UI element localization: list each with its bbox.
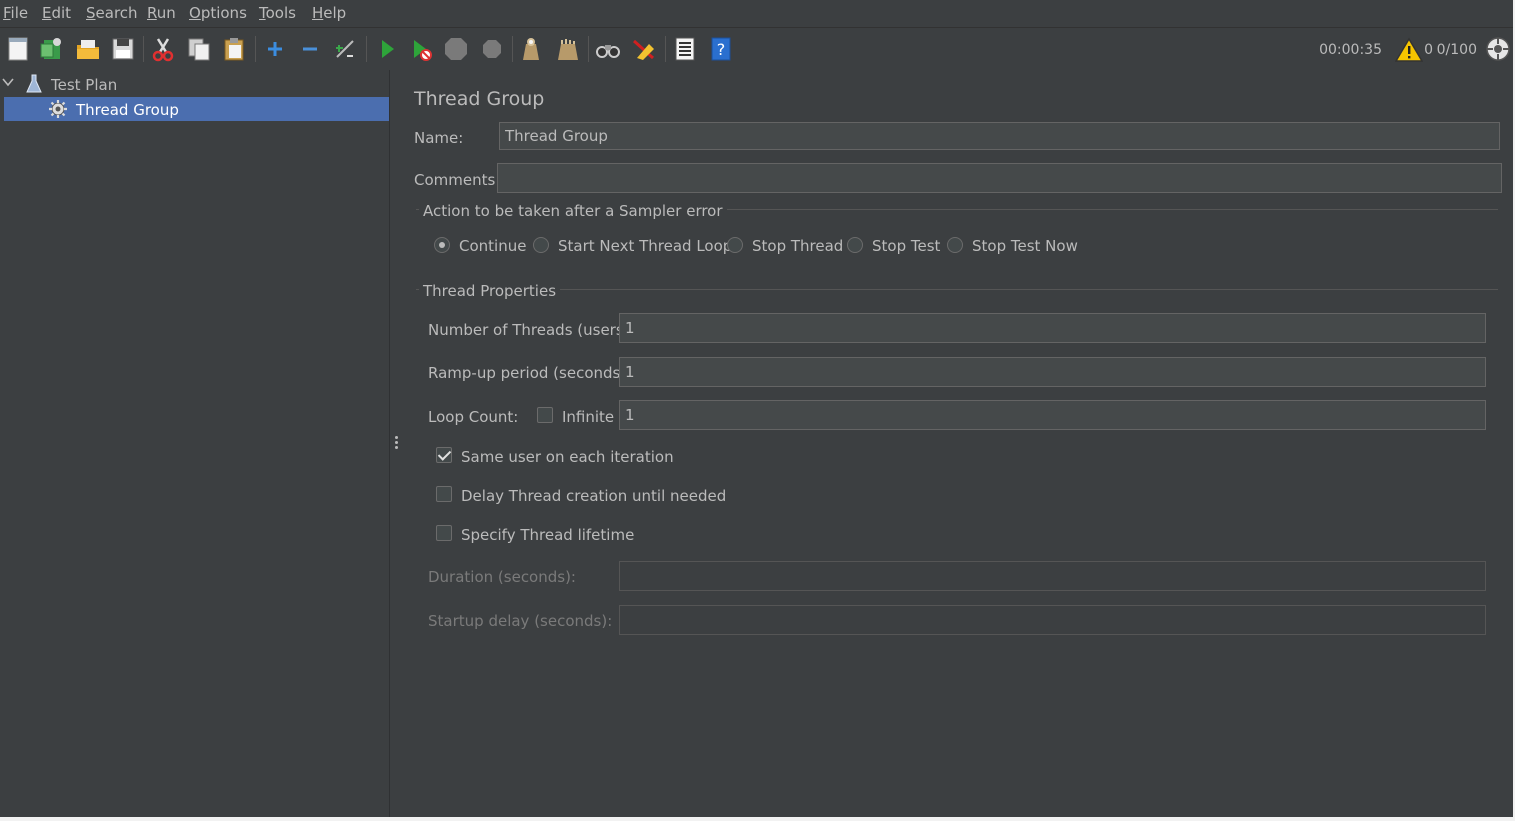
toolbar-separator (588, 36, 589, 62)
open-icon[interactable] (75, 36, 101, 62)
save-icon[interactable] (110, 36, 136, 62)
name-field[interactable] (499, 122, 1500, 150)
radio-stop-test-now-label[interactable]: Stop Test Now (972, 237, 1078, 255)
panel-splitter[interactable] (389, 70, 403, 817)
chevron-down-icon[interactable] (2, 76, 14, 92)
error-action-group-title: Action to be taken after a Sampler error (419, 202, 727, 220)
rampup-label: Ramp-up period (seconds): (428, 364, 632, 382)
same-user-label[interactable]: Same user on each iteration (461, 448, 674, 466)
templates-icon[interactable] (39, 36, 65, 62)
cut-icon[interactable] (150, 36, 176, 62)
loop-count-label: Loop Count: (428, 408, 519, 426)
gear-icon (48, 99, 68, 123)
search-icon[interactable] (595, 36, 621, 62)
menu-file[interactable]: File (3, 4, 28, 22)
threads-field[interactable] (619, 313, 1486, 343)
clear-icon[interactable] (518, 36, 544, 62)
clear-all-icon[interactable] (554, 36, 580, 62)
radio-stop-thread-label[interactable]: Stop Thread (752, 237, 843, 255)
remote-engine-icon (1485, 36, 1511, 62)
menu-help[interactable]: Help (312, 4, 346, 22)
loop-count-field[interactable] (619, 400, 1486, 430)
function-helper-icon[interactable] (672, 36, 698, 62)
flask-icon (26, 74, 42, 98)
radio-start-next-thread-loop-label[interactable]: Start Next Thread Loop (558, 237, 732, 255)
radio-stop-test-now[interactable] (947, 237, 963, 253)
radio-start-next-thread-loop[interactable] (533, 237, 549, 253)
elapsed-time: 00:00:35 (1319, 42, 1382, 58)
expand-icon[interactable] (262, 36, 288, 62)
duration-field[interactable] (619, 561, 1486, 591)
shutdown-icon[interactable] (479, 36, 505, 62)
rampup-field[interactable] (619, 357, 1486, 387)
radio-stop-test-label[interactable]: Stop Test (872, 237, 940, 255)
toolbar-separator (665, 36, 666, 62)
thread-lifetime-checkbox[interactable] (436, 525, 452, 541)
radio-stop-thread[interactable] (727, 237, 743, 253)
test-plan-tree: Test Plan Thread Group (0, 70, 389, 817)
comments-field[interactable] (497, 163, 1502, 193)
menu-edit[interactable]: Edit (42, 4, 71, 22)
toolbar-separator (366, 36, 367, 62)
delay-thread-checkbox[interactable] (436, 486, 452, 502)
menu-tools[interactable]: Tools (259, 4, 296, 22)
paste-icon[interactable] (221, 36, 247, 62)
reset-search-icon[interactable] (631, 36, 657, 62)
infinite-label[interactable]: Infinite (562, 408, 614, 426)
menu-run[interactable]: Run (147, 4, 176, 22)
group-border (416, 289, 1498, 290)
start-icon[interactable] (374, 36, 400, 62)
name-label: Name: (414, 129, 464, 147)
stop-icon[interactable] (443, 36, 469, 62)
start-no-timers-icon[interactable] (408, 36, 434, 62)
threads-label: Number of Threads (users): (428, 321, 635, 339)
splitter-grip-icon[interactable] (395, 436, 398, 451)
help-icon[interactable]: ? (708, 36, 734, 62)
toggle-icon[interactable] (332, 36, 358, 62)
tree-item-label: Thread Group (76, 101, 179, 119)
tree-item-thread-group[interactable]: Thread Group (4, 97, 389, 121)
thread-group-panel: Thread Group Name: Comments: Action to b… (402, 70, 1513, 817)
startup-delay-field[interactable] (619, 605, 1486, 635)
radio-continue-label[interactable]: Continue (459, 237, 526, 255)
tree-item-label: Test Plan (51, 76, 118, 94)
radio-continue[interactable] (434, 237, 450, 253)
duration-label: Duration (seconds): (428, 568, 576, 586)
comments-label: Comments: (414, 171, 501, 189)
tree-item-test-plan[interactable]: Test Plan (0, 72, 389, 96)
menu-bar: File Edit Search Run Options Tools Help (0, 0, 1515, 26)
window-border (0, 817, 1515, 821)
toolbar-separator (255, 36, 256, 62)
warning-icon[interactable] (1394, 37, 1424, 63)
delay-thread-label[interactable]: Delay Thread creation until needed (461, 487, 726, 505)
startup-delay-label: Startup delay (seconds): (428, 612, 613, 630)
toolbar-separator (143, 36, 144, 62)
menu-options[interactable]: Options (189, 4, 247, 22)
thread-lifetime-label[interactable]: Specify Thread lifetime (461, 526, 634, 544)
svg-text:?: ? (717, 40, 726, 59)
toolbar: ? 00:00:35 0 0/100 (0, 27, 1515, 71)
thread-properties-title: Thread Properties (419, 282, 561, 300)
collapse-icon[interactable] (297, 36, 323, 62)
copy-icon[interactable] (186, 36, 212, 62)
same-user-checkbox[interactable] (436, 447, 452, 463)
error-count: 0 (1424, 42, 1433, 58)
active-threads: 0/100 (1436, 42, 1477, 58)
page-title: Thread Group (414, 88, 545, 110)
menu-search[interactable]: Search (86, 4, 138, 22)
radio-stop-test[interactable] (847, 237, 863, 253)
infinite-checkbox[interactable] (537, 407, 553, 423)
toolbar-separator (512, 36, 513, 62)
new-icon[interactable] (6, 36, 32, 62)
